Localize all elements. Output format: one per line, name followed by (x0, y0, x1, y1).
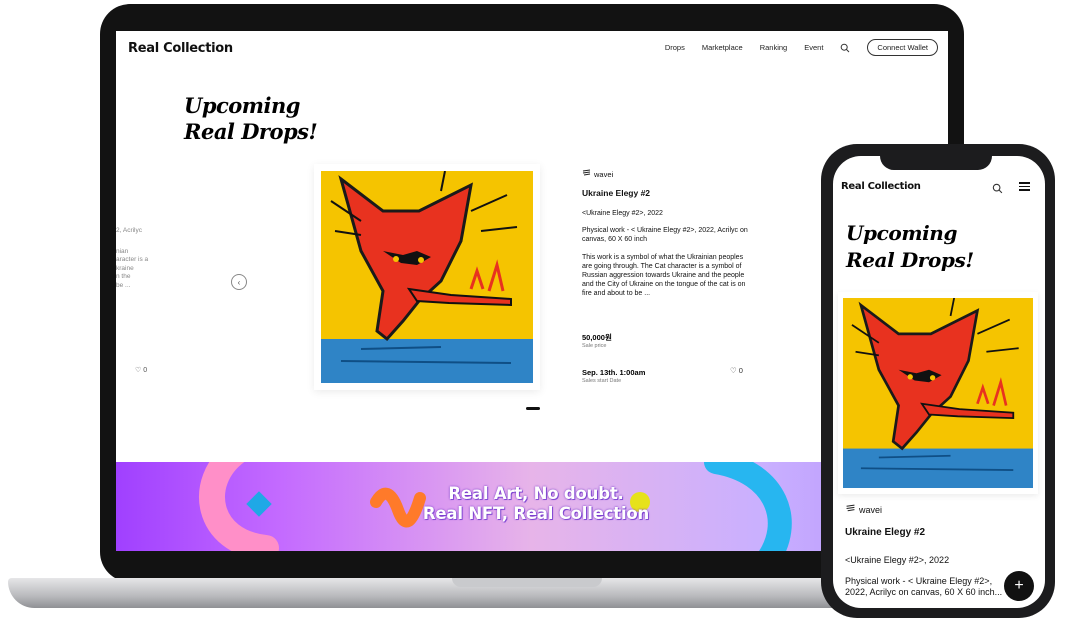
nav-event[interactable]: Event (804, 43, 823, 52)
ghost-line: n the (116, 273, 131, 280)
site-logo[interactable]: Real Collection (128, 41, 233, 56)
sale-price-label: Sale price (582, 343, 607, 349)
phone-artist-name: wavei (859, 504, 883, 515)
carousel-indicator[interactable] (526, 407, 540, 410)
artwork-image (321, 171, 533, 383)
nav-drops[interactable]: Drops (665, 43, 685, 52)
sale-date: Sep. 13th. 1:00am (582, 368, 646, 377)
search-icon[interactable] (992, 181, 1003, 199)
sale-price: 50,000원 (582, 333, 612, 342)
page-title-line1: Upcoming (184, 93, 300, 118)
phone-notch (880, 152, 992, 170)
nav-ranking[interactable]: Ranking (760, 43, 788, 52)
phone-artwork-image (843, 298, 1033, 488)
phone-site-logo[interactable]: Real Collection (841, 181, 921, 192)
ghost-line: aracter is a (116, 256, 149, 263)
ghost-line: be ... (116, 281, 131, 289)
like-button[interactable]: ♡ 0 (730, 366, 743, 375)
nav-marketplace[interactable]: Marketplace (702, 43, 743, 52)
phone-artwork-title: Ukraine Elegy #2 (845, 527, 926, 538)
banner-line2: Real NFT, Real Collection (422, 504, 650, 523)
page-title: Upcoming Real Drops! (184, 93, 318, 145)
artwork-title: Ukraine Elegy #2 (582, 188, 651, 198)
banner-line1: Real Art, No doubt. (448, 484, 624, 503)
ghost-like: ♡ 0 (135, 367, 148, 374)
phone-title-line1: Upcoming (846, 221, 958, 245)
phone-artist-row[interactable]: wavei (845, 504, 882, 515)
artist-icon (845, 504, 856, 515)
device-mockup: Real Collection Drops Marketplace Rankin… (0, 0, 1071, 620)
ghost-like-count: 0 (143, 367, 148, 374)
plus-icon[interactable]: + (1004, 571, 1034, 601)
page-title-line2: Real Drops! (184, 119, 318, 144)
artist-name: wavei (594, 169, 614, 179)
like-count: 0 (738, 366, 743, 375)
heart-icon: ♡ (730, 366, 737, 375)
artwork-subtitle: <Ukraine Elegy #2>, 2022 (582, 210, 663, 217)
nav-links: Drops Marketplace Ranking Event Connect … (665, 39, 938, 56)
connect-wallet-button[interactable]: Connect Wallet (867, 39, 938, 56)
sale-date-label: Sales start Date (582, 378, 622, 384)
artwork-card[interactable] (314, 164, 540, 390)
search-icon[interactable] (840, 43, 850, 53)
phone-page-title: Upcoming Real Drops! (846, 220, 974, 274)
phone-artwork-subtitle: <Ukraine Elegy #2>, 2022 (845, 555, 950, 565)
previous-slide-ghost: 2, Acrilyc nian aracter is a kraine n th… (116, 227, 148, 290)
phone-artwork-spec: Physical work - < Ukraine Elegy #2>, 202… (845, 576, 1003, 597)
top-nav: Real Collection Drops Marketplace Rankin… (116, 31, 948, 65)
artist-row[interactable]: wavei (582, 169, 752, 179)
phone-title-line2: Real Drops! (846, 248, 974, 272)
ghost-line: nian (116, 247, 129, 255)
banner-text: Real Art, No doubt. Real NFT, Real Colle… (396, 484, 676, 524)
artwork-spec: Physical work - < Ukraine Elegy #2>, 202… (582, 227, 748, 243)
phone-artwork-card[interactable] (838, 292, 1038, 494)
ghost-line: kraine (116, 264, 134, 272)
chevron-left-icon[interactable]: ‹ (231, 274, 247, 290)
phone-screen: Real Collection Upcoming Real Drops! wav… (833, 156, 1045, 608)
ghost-line: 2, Acrilyc (116, 227, 143, 234)
menu-icon[interactable] (1019, 182, 1030, 191)
artist-icon (582, 169, 591, 179)
laptop-hinge-notch (452, 578, 602, 587)
artwork-info: wavei Ukraine Elegy #2 <Ukraine Elegy #2… (582, 169, 752, 298)
artwork-description: This work is a symbol of what the Ukrain… (582, 254, 746, 297)
